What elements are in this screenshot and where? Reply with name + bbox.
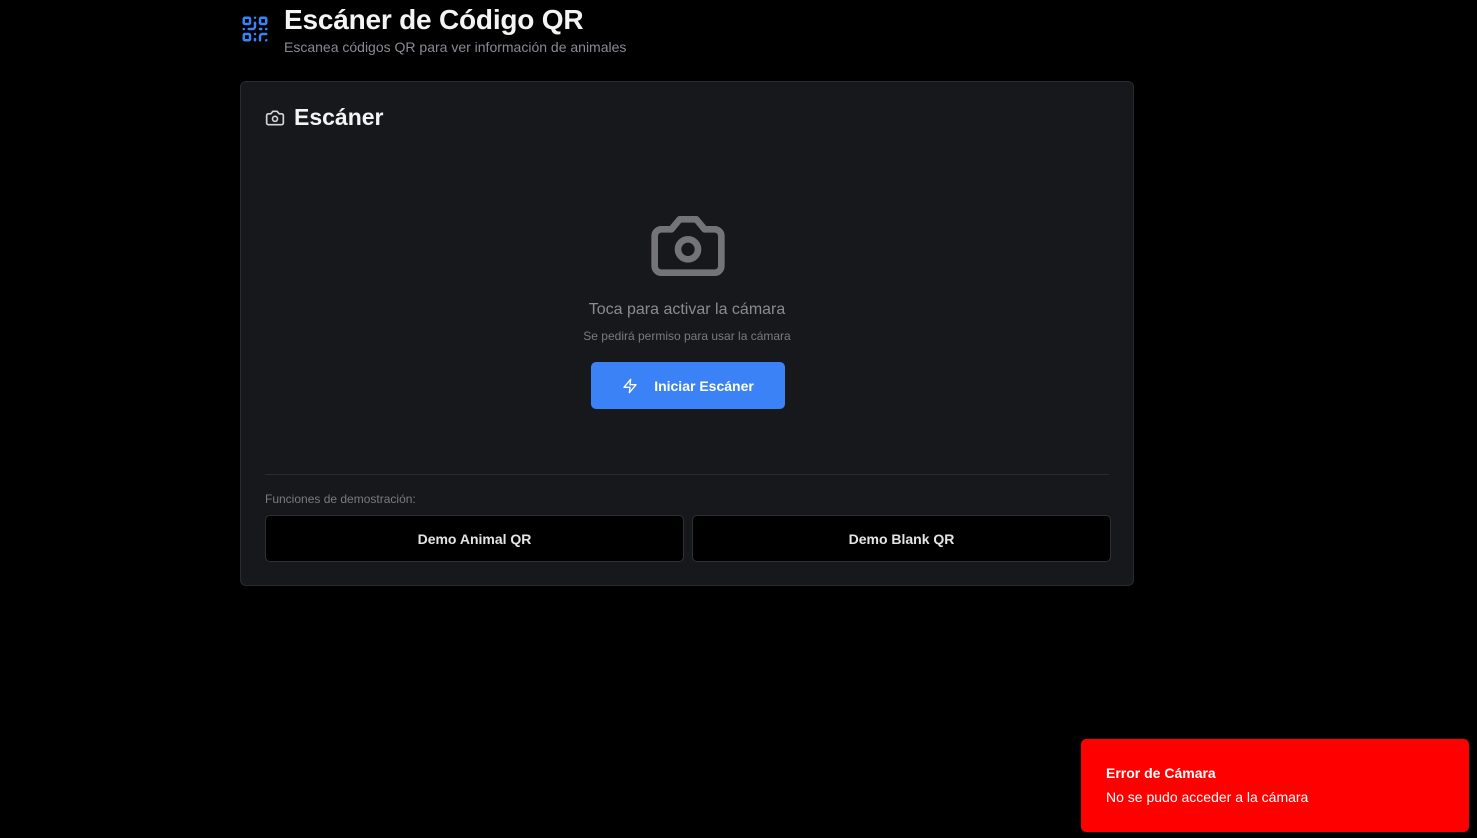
bolt-icon (623, 378, 637, 393)
header-text: Escáner de Código QR Escanea códigos QR … (284, 4, 626, 55)
scanner-card-header: Escáner (265, 104, 384, 131)
camera-icon (265, 110, 285, 125)
page-subtitle: Escanea códigos QR para ver información … (284, 39, 627, 55)
page-header: Escáner de Código QR Escanea códigos QR … (240, 4, 626, 55)
toast-message: No se pudo acceder a la cámara (1106, 789, 1309, 805)
scanner-title: Escáner (294, 104, 384, 130)
demo-blank-qr-button[interactable]: Demo Blank QR (692, 515, 1111, 562)
demo-section-label: Funciones de demostración: (265, 492, 416, 506)
demo-animal-qr-button[interactable]: Demo Animal QR (265, 515, 684, 562)
qr-code-icon (242, 16, 268, 42)
camera-placeholder-icon[interactable] (648, 206, 728, 286)
camera-prompt[interactable]: Toca para activar la cámara (241, 301, 1133, 319)
page-title: Escáner de Código QR (284, 4, 584, 35)
section-divider (265, 474, 1109, 475)
toast-title: Error de Cámara (1106, 765, 1216, 781)
error-toast[interactable]: Error de Cámara No se pudo acceder a la … (1081, 739, 1469, 832)
start-scanner-label: Iniciar Escáner (654, 377, 754, 394)
camera-permission-hint: Se pedirá permiso para usar la cámara (583, 329, 791, 343)
start-scanner-button[interactable]: Iniciar Escáner (591, 362, 785, 409)
scanner-card: Escáner Toca para activar la cámara Se p… (240, 81, 1134, 586)
